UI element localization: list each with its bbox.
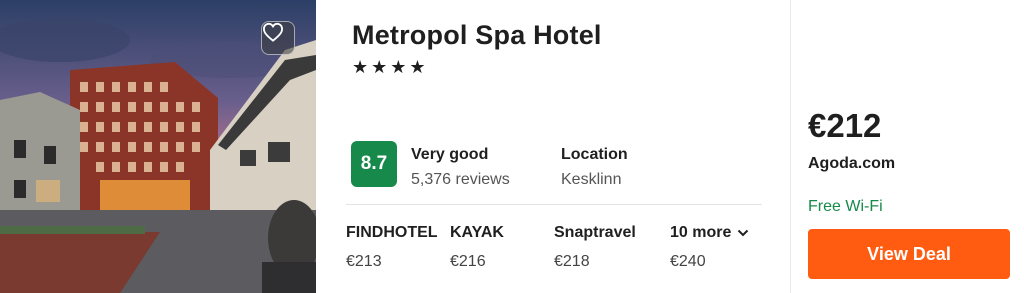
provider-price: €218: [554, 253, 590, 270]
provider-name: KAYAK: [450, 224, 504, 241]
more-providers-label: 10 more: [670, 224, 732, 241]
hotel-photo[interactable]: [0, 0, 316, 293]
rating-score-badge: 8.7: [351, 141, 397, 187]
favorite-button[interactable]: [261, 21, 295, 55]
provider-findhotel[interactable]: FINDHOTEL €213: [346, 224, 438, 271]
provider-price: €216: [450, 253, 486, 270]
view-deal-button[interactable]: View Deal: [808, 229, 1010, 279]
more-providers-price: €240: [670, 253, 706, 270]
divider: [346, 204, 762, 205]
location-label: Location: [561, 146, 628, 163]
provider-name: FINDHOTEL: [346, 224, 438, 241]
hotel-info: Metropol Spa Hotel ★★★★ 8.7 Very good 5,…: [316, 0, 790, 293]
provider-price: €213: [346, 253, 382, 270]
provider-snaptravel[interactable]: Snaptravel €218: [554, 224, 636, 271]
hotel-result-card: Metropol Spa Hotel ★★★★ 8.7 Very good 5,…: [0, 0, 1024, 293]
rating-label: Very good: [411, 146, 489, 163]
provider-name: Snaptravel: [554, 224, 636, 241]
hotel-name[interactable]: Metropol Spa Hotel: [352, 20, 602, 51]
chevron-down-icon: [737, 224, 749, 242]
best-deal: €212 Agoda.com Free Wi-Fi View Deal: [791, 0, 1024, 293]
deal-price: €212: [808, 107, 882, 144]
more-providers-toggle[interactable]: 10 more €240: [670, 224, 749, 271]
deal-provider: Agoda.com: [808, 155, 896, 172]
review-count[interactable]: 5,376 reviews: [411, 171, 510, 189]
provider-kayak[interactable]: KAYAK €216: [450, 224, 504, 271]
deal-feature: Free Wi-Fi: [808, 198, 883, 215]
location-value: Kesklinn: [561, 171, 622, 188]
star-rating: ★★★★: [352, 57, 429, 77]
